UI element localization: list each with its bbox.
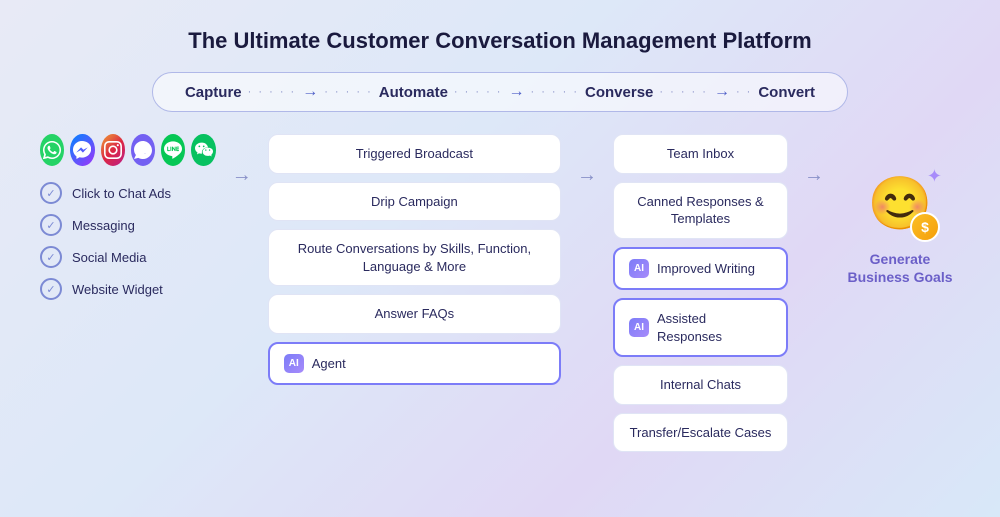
arrow-2: → (508, 83, 524, 101)
messenger-icon (70, 134, 94, 166)
social-icons-row (40, 134, 216, 166)
answer-faqs-card[interactable]: Answer FAQs (268, 294, 561, 334)
pipeline-step-automate: Automate (379, 84, 448, 101)
automate-column: Triggered Broadcast Drip Campaign Route … (268, 134, 561, 385)
arrow-1: → (302, 83, 318, 101)
internal-chats-card[interactable]: Internal Chats (613, 365, 788, 405)
dots-2: · · · · · (324, 86, 373, 98)
pipeline-step-capture: Capture (185, 84, 242, 101)
ai-badge-writing: AI (629, 259, 649, 279)
check-icon-3: ✓ (40, 246, 62, 268)
pipeline-step-convert: Convert (758, 84, 815, 101)
dots-1: · · · · · (248, 86, 297, 98)
right-column: 😊 ✦ $ GenerateBusiness Goals (840, 134, 960, 286)
left-column: ✓ Click to Chat Ads ✓ Messaging ✓ Social… (40, 134, 216, 300)
check-icon-2: ✓ (40, 214, 62, 236)
page-title: The Ultimate Customer Conversation Manag… (188, 28, 811, 54)
ai-badge-agent: AI (284, 354, 304, 374)
drip-campaign-card[interactable]: Drip Campaign (268, 182, 561, 222)
line-icon (161, 134, 185, 166)
transfer-escalate-card[interactable]: Transfer/Escalate Cases (613, 413, 788, 453)
list-item-social-media: ✓ Social Media (40, 246, 216, 268)
generate-emoji-container: 😊 ✦ $ (860, 164, 940, 244)
agent-card[interactable]: AI Agent (268, 342, 561, 386)
triggered-broadcast-card[interactable]: Triggered Broadcast (268, 134, 561, 174)
social-media-label: Social Media (72, 250, 146, 265)
arrow-converse-convert: → (804, 134, 824, 187)
improved-writing-card[interactable]: AI Improved Writing (613, 247, 788, 291)
canned-responses-card[interactable]: Canned Responses & Templates (613, 182, 788, 239)
viber-icon (131, 134, 155, 166)
assisted-responses-card[interactable]: AI Assisted Responses (613, 298, 788, 357)
list-item-messaging: ✓ Messaging (40, 214, 216, 236)
arrow-automate-converse: → (577, 134, 597, 187)
instagram-icon (101, 134, 125, 166)
main-content: ✓ Click to Chat Ads ✓ Messaging ✓ Social… (0, 134, 1000, 452)
website-widget-label: Website Widget (72, 282, 163, 297)
generate-label: GenerateBusiness Goals (847, 250, 952, 286)
coin-symbol: $ (921, 219, 929, 235)
route-conversations-card[interactable]: Route Conversations by Skills, Function,… (268, 229, 561, 286)
wechat-icon (191, 134, 215, 166)
dots-6: · · (736, 86, 752, 98)
team-inbox-card[interactable]: Team Inbox (613, 134, 788, 174)
sparkle-icon: ✦ (927, 166, 942, 187)
pipeline-step-converse: Converse (585, 84, 653, 101)
ai-badge-assisted: AI (629, 318, 649, 338)
coin-badge: $ (910, 212, 940, 242)
arrow-capture-automate: → (232, 134, 252, 187)
pipeline-bar: Capture · · · · · → · · · · · Automate ·… (152, 72, 848, 112)
messaging-label: Messaging (72, 218, 135, 233)
dots-5: · · · · · (659, 86, 708, 98)
click-to-chat-label: Click to Chat Ads (72, 186, 171, 201)
whatsapp-icon (40, 134, 64, 166)
list-item-click-to-chat: ✓ Click to Chat Ads (40, 182, 216, 204)
arrow-3: → (714, 83, 730, 101)
check-icon-4: ✓ (40, 278, 62, 300)
dots-3: · · · · · (454, 86, 503, 98)
converse-column: Team Inbox Canned Responses & Templates … (613, 134, 788, 452)
list-item-website-widget: ✓ Website Widget (40, 278, 216, 300)
check-icon-1: ✓ (40, 182, 62, 204)
dots-4: · · · · · (530, 86, 579, 98)
